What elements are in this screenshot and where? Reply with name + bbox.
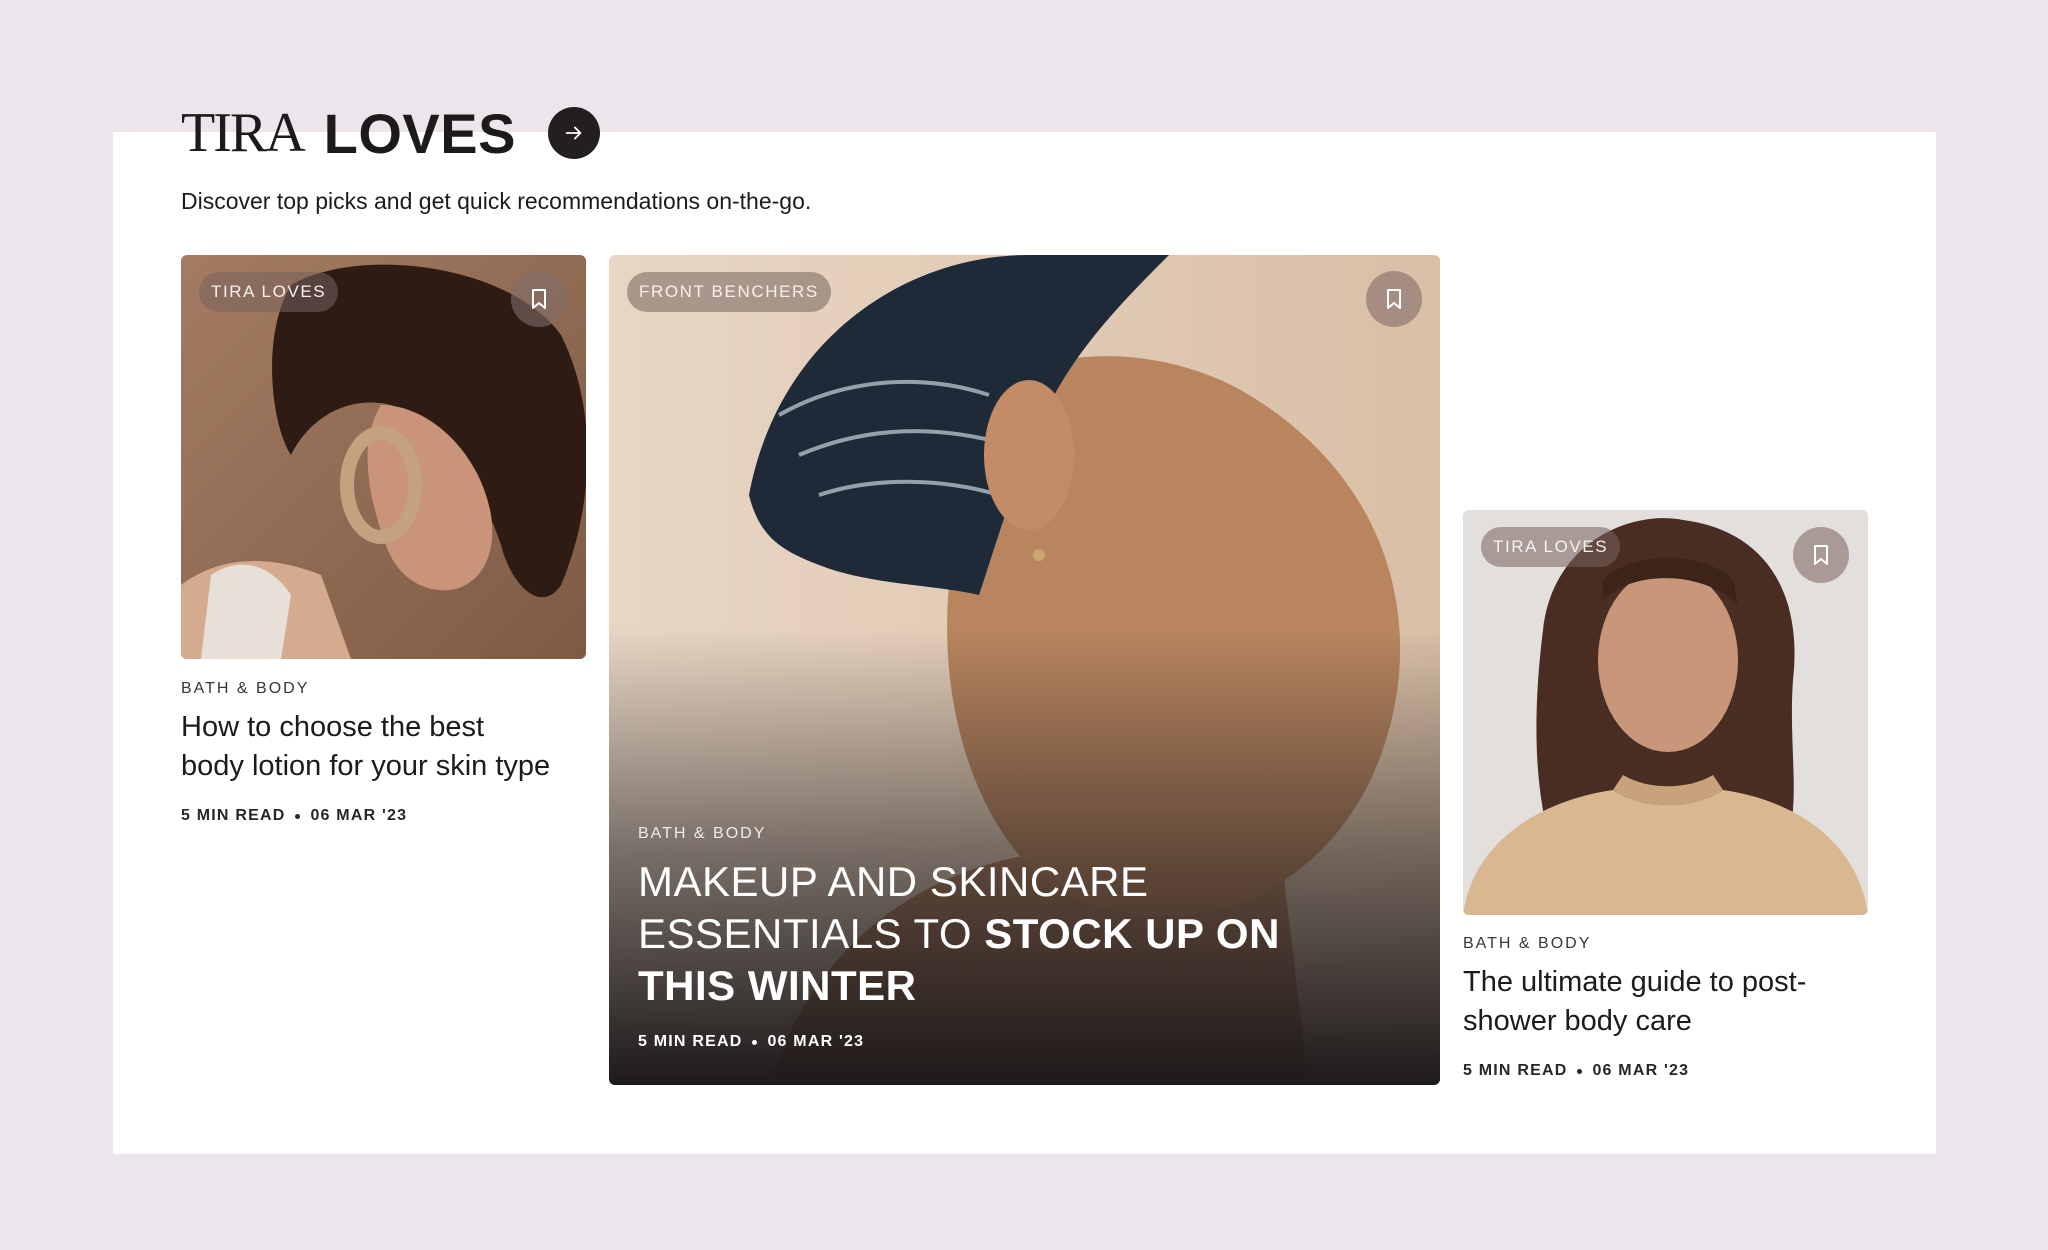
brand-light-text: TIRA (181, 102, 306, 164)
card-title-line: The ultimate guide to post- (1463, 966, 1807, 998)
card-title-line: MAKEUP AND SKINCARE (638, 858, 1149, 905)
publish-date: 06 MAR '23 (767, 1033, 865, 1050)
card-meta: 5 MIN READ 06 MAR '23 (638, 1033, 864, 1051)
arrow-right-icon (565, 126, 582, 140)
card-title-emphasis: STOCK UP ON (984, 910, 1280, 957)
card-category: BATH & BODY (1463, 935, 1592, 952)
card-category: BATH & BODY (181, 680, 310, 697)
view-all-button[interactable] (547, 107, 600, 159)
brand-bold-text: LOVES (323, 101, 516, 165)
card-badge: TIRA LOVES (199, 272, 339, 312)
card-title[interactable]: How to choose the best body lotion for y… (181, 708, 601, 786)
card-title[interactable]: The ultimate guide to post- shower body … (1463, 963, 1883, 1041)
publish-date: 06 MAR '23 (310, 807, 408, 824)
bookmark-icon (1387, 289, 1401, 309)
publish-date: 06 MAR '23 (1592, 1062, 1690, 1079)
card-category: BATH & BODY (638, 825, 767, 842)
separator-dot (1577, 1068, 1583, 1074)
card-meta: 5 MIN READ 06 MAR '23 (181, 807, 407, 825)
separator-dot (752, 1039, 758, 1045)
card-badge: TIRA LOVES (1481, 527, 1621, 567)
card-title-line: body lotion for your skin type (181, 750, 551, 782)
separator-dot (295, 813, 301, 819)
card-title-line: shower body care (1463, 1005, 1692, 1037)
section-subtitle: Discover top picks and get quick recomme… (181, 188, 812, 214)
bookmark-button[interactable] (1366, 271, 1422, 327)
bookmark-button[interactable] (511, 271, 567, 327)
read-time: 5 MIN READ (638, 1033, 743, 1050)
read-time: 5 MIN READ (1463, 1062, 1568, 1079)
bookmark-icon (1814, 545, 1828, 565)
card-title-line: How to choose the best (181, 711, 485, 743)
card-meta: 5 MIN READ 06 MAR '23 (1463, 1062, 1689, 1080)
read-time: 5 MIN READ (181, 807, 286, 824)
bookmark-icon (532, 289, 546, 309)
card-title-line: ESSENTIALS TO (638, 910, 985, 957)
section-heading: TIRA LOVES (181, 98, 600, 168)
bookmark-button[interactable] (1793, 527, 1849, 583)
card-badge: FRONT BENCHERS (627, 272, 831, 312)
card-title[interactable]: MAKEUP AND SKINCARE ESSENTIALS TO STOCK … (638, 856, 1358, 1012)
card-title-emphasis: THIS WINTER (638, 962, 917, 1009)
